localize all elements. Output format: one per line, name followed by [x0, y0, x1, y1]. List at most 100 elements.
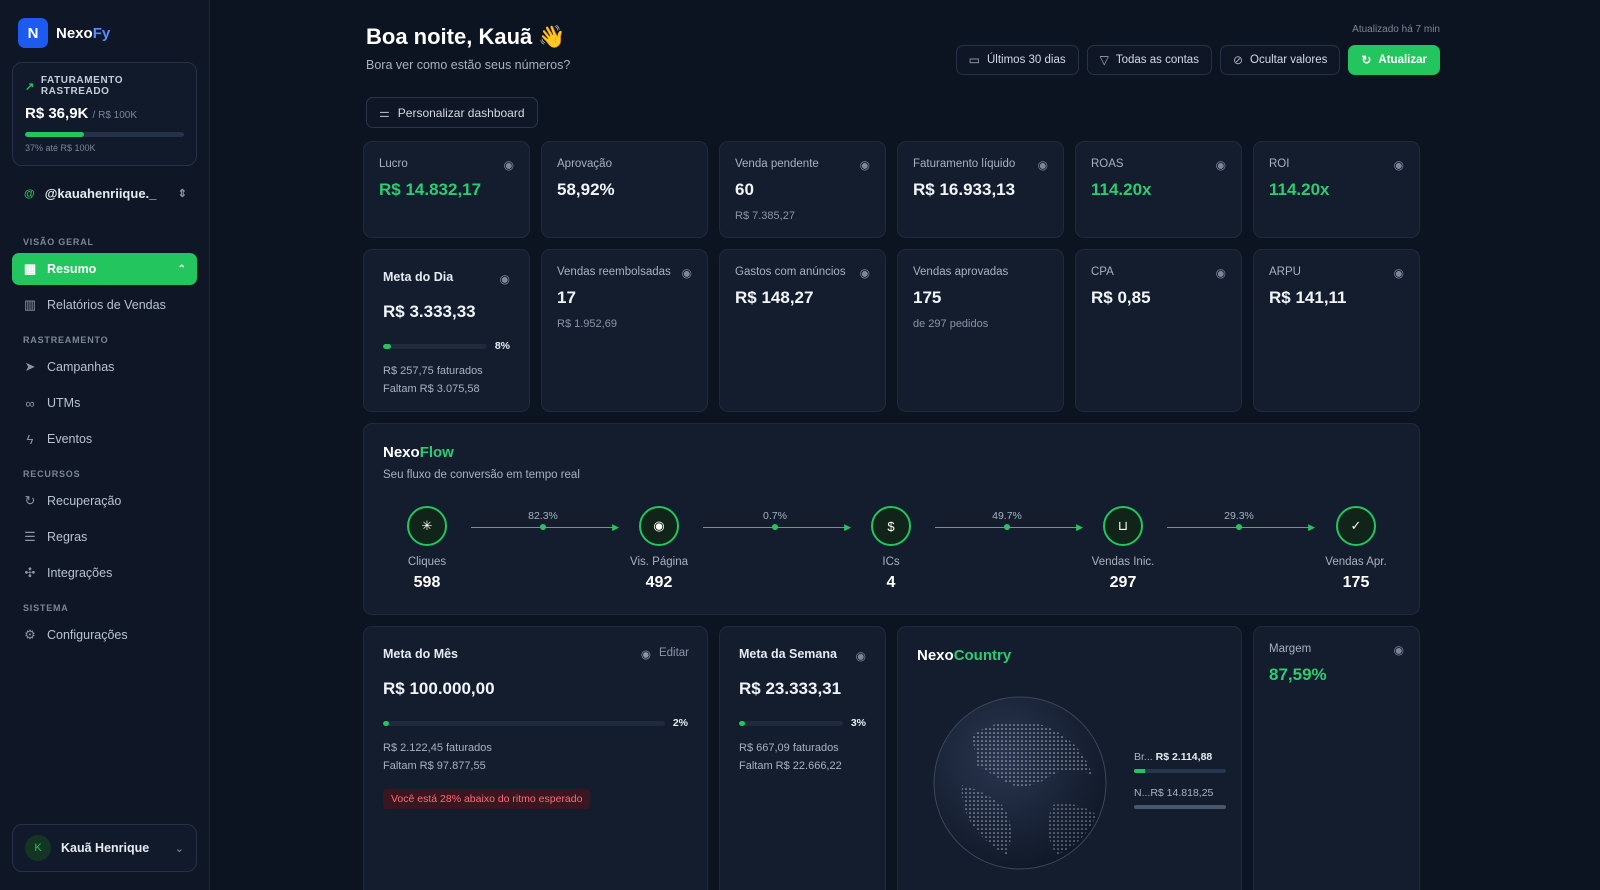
eye-icon[interactable]: ◉	[1394, 643, 1404, 657]
country-progress-fill	[1134, 769, 1146, 773]
chevron-updown-icon: ⇕	[177, 188, 187, 200]
eye-icon[interactable]: ◉	[860, 158, 870, 172]
metric-sub: de 297 pedidos	[913, 318, 989, 330]
sidebar-item-label: Recuperação	[47, 494, 122, 508]
progress-pct: 3%	[850, 717, 866, 729]
flow-node-value: 297	[1109, 574, 1137, 591]
brand-name-b: Fy	[92, 24, 111, 42]
edit-label: Editar	[658, 647, 689, 659]
meta-mes-card: Meta do Mês ◉ Editar R$ 100.000,00 2% R$ …	[363, 626, 708, 890]
nexoflow-card: NexoFlow Seu fluxo de conversão em tempo…	[363, 423, 1420, 615]
flow-link: 82.3% ▶	[471, 510, 619, 532]
refresh-icon: ↻	[24, 493, 36, 508]
eye-icon[interactable]: ◉	[860, 266, 870, 280]
meta-semana-details: R$ 667,09 faturados Faltam R$ 22.666,22	[739, 739, 866, 775]
lightning-icon: ϟ	[26, 431, 34, 447]
flow-rate: 82.3%	[528, 510, 558, 522]
chevron-up-icon: ⌃	[177, 263, 186, 275]
account-switcher[interactable]: @ @kauahenriique._ ⇕	[12, 166, 197, 223]
list-check-icon: ☰	[24, 529, 36, 544]
metric-label: Aprovação	[557, 158, 612, 170]
filter-icon: ▽	[1099, 53, 1109, 67]
metric-card-aprovacao: Aprovação 58,92%	[541, 141, 708, 238]
sidebar-item-label: Campanhas	[47, 360, 115, 374]
flow-rate: 49.7%	[992, 510, 1022, 522]
at-icon: @	[24, 187, 35, 200]
meta-mes-progress: 2%	[383, 717, 688, 729]
period-button[interactable]: ▭ Últimos 30 dias	[955, 45, 1079, 75]
period-label: Últimos 30 dias	[986, 54, 1066, 66]
click-icon: ✳	[407, 506, 447, 546]
eye-icon[interactable]: ◉	[1216, 158, 1226, 172]
revenue-progress-fill	[25, 132, 84, 137]
country-row[interactable]: N...R$ 14.818,25	[1134, 787, 1226, 809]
country-row[interactable]: Br... R$ 2.114,88	[1134, 751, 1226, 773]
country-progress-fill	[1134, 805, 1226, 809]
user-menu[interactable]: K Kauã Henrique ⌄	[12, 824, 197, 872]
metric-label: Meta do Dia	[383, 270, 454, 284]
refresh-button[interactable]: ↻ Atualizar	[1348, 45, 1440, 75]
sidebar-item-relatorios[interactable]: ▥ Relatórios de Vendas	[12, 289, 197, 321]
sidebar-item-recuperacao[interactable]: ↻ Recuperação	[12, 485, 197, 517]
sidebar-item-label: Regras	[47, 530, 88, 544]
sidebar-item-resumo[interactable]: ▦ Resumo ⌃	[12, 253, 197, 285]
metric-label: Meta da Semana	[739, 647, 837, 661]
flow-title-a: Nexo	[383, 444, 420, 461]
billed-text: R$ 667,09 faturados	[739, 742, 839, 754]
country-name: N...	[1134, 787, 1151, 799]
customize-dashboard-button[interactable]: ⚌ Personalizar dashboard	[366, 97, 538, 128]
sidebar-item-label: Eventos	[47, 432, 93, 446]
metric-value: R$ 0,85	[1091, 288, 1151, 307]
eye-icon[interactable]: ◉	[856, 649, 866, 663]
sidebar-item-campanhas[interactable]: ➤ Campanhas	[12, 351, 197, 383]
metric-label: ROI	[1269, 158, 1290, 170]
eye-icon[interactable]: ◉	[500, 272, 510, 286]
metric-value: R$ 3.333,33	[383, 302, 476, 321]
metric-card-reembolsadas: Vendas reembolsadas ◉ 17 R$ 1.952,69	[541, 249, 708, 412]
flow-node-value: 175	[1342, 574, 1370, 591]
flow-title-b: Flow	[419, 444, 454, 461]
missing-text: Faltam R$ 97.877,55	[383, 760, 486, 772]
brand[interactable]: N NexoFy	[18, 18, 197, 48]
chevron-down-icon: ⌄	[174, 842, 184, 855]
calendar-icon: ▭	[968, 53, 980, 67]
sidebar-item-integracoes[interactable]: ✣ Integrações	[12, 557, 197, 589]
eye-icon[interactable]: ◉	[1394, 266, 1404, 280]
country-progress	[1134, 805, 1226, 809]
revenue-card: ↗ FATURAMENTO RASTREADO R$ 36,9K / R$ 10…	[12, 62, 197, 166]
flow-node-value: 492	[645, 574, 673, 591]
sidebar-item-regras[interactable]: ☰ Regras	[12, 521, 197, 553]
metric-sub: R$ 7.385,27	[735, 210, 795, 222]
brand-name-a: Nexo	[56, 24, 93, 42]
metric-value: 114.20x	[1091, 180, 1152, 199]
flow-link: 0.7% ▶	[703, 510, 851, 532]
flow-rate: 29.3%	[1224, 510, 1254, 522]
eye-icon[interactable]: ◉	[1216, 266, 1226, 280]
edit-goal-button[interactable]: ◉ Editar	[641, 647, 689, 661]
link-icon: ∞	[25, 395, 35, 411]
sidebar-item-label: Resumo	[47, 262, 97, 276]
sidebar-item-configuracoes[interactable]: ⚙ Configurações	[12, 619, 197, 651]
sidebar-item-utms[interactable]: ∞ UTMs	[12, 387, 197, 419]
metric-value: R$ 100.000,00	[383, 679, 495, 698]
country-progress	[1134, 769, 1226, 773]
eye-icon[interactable]: ◉	[1394, 158, 1404, 172]
accounts-filter-button[interactable]: ▽ Todas as contas	[1086, 45, 1212, 75]
flow-node-label: Vis. Página	[630, 556, 688, 568]
sidebar-item-eventos[interactable]: ϟ Eventos	[12, 423, 197, 455]
eye-icon[interactable]: ◉	[682, 266, 692, 280]
refresh-icon: ↻	[1361, 53, 1372, 67]
flow-node-ics: $ ICs 4	[846, 506, 936, 592]
eye-icon[interactable]: ◉	[641, 647, 651, 661]
country-row-text: N...R$ 14.818,25	[1134, 787, 1226, 799]
brand-name: NexoFy	[56, 25, 110, 42]
sidebar-item-label: Configurações	[47, 628, 128, 642]
eye-icon[interactable]: ◉	[504, 158, 514, 172]
hide-values-button[interactable]: ⊘ Ocultar valores	[1219, 45, 1341, 75]
globe-map-icon[interactable]	[932, 695, 1108, 871]
metric-label: Vendas reembolsadas	[557, 266, 671, 278]
eye-icon[interactable]: ◉	[1038, 158, 1048, 172]
flow-node-value: 4	[886, 574, 896, 591]
meta-semana-progress: 3%	[739, 717, 866, 729]
metric-value: 87,59%	[1269, 665, 1327, 684]
